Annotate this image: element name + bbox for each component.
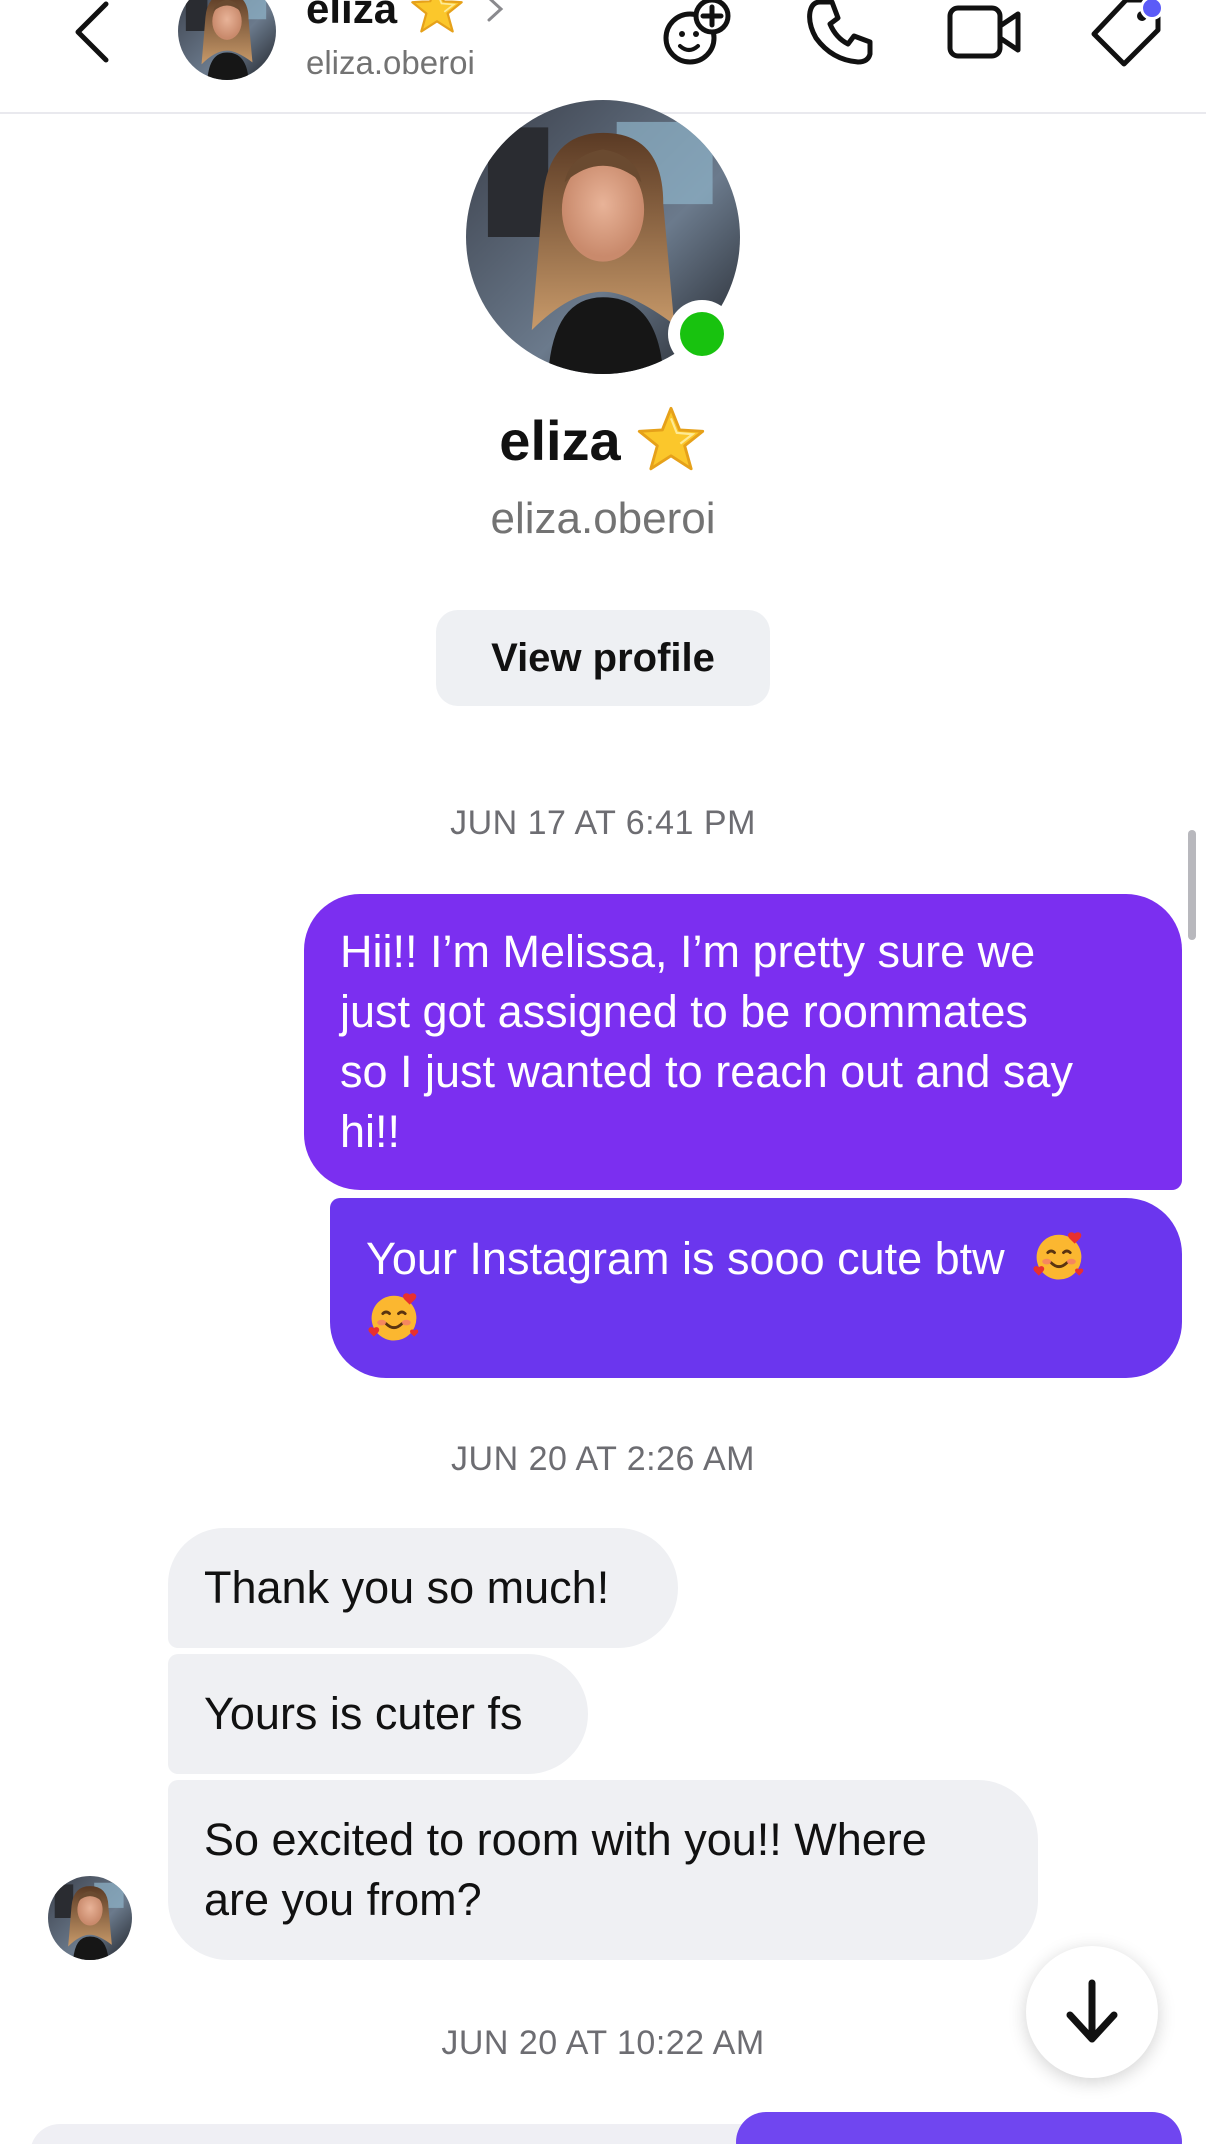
message-text: so I just wanted to reach out and say [340,1046,1073,1097]
chat-header: eliza eliza.oberoi [0,0,1206,114]
profile-username: eliza.oberoi [490,494,716,543]
scrollbar[interactable] [1188,830,1196,940]
video-call-icon[interactable] [946,0,1022,70]
smiling-face-with-hearts-icon [1031,1228,1087,1284]
view-profile-button[interactable]: View profile [436,610,770,706]
outgoing-message-bubble[interactable]: Hii!! I’m Melissa, I’m pretty sure we ju… [304,894,1182,1190]
outgoing-message-bubble[interactable]: Your Instagram is sooo cute btw [330,1198,1182,1378]
message-timestamp: JUN 17 AT 6:41 PM [450,804,756,842]
profile-name-row: eliza [0,404,1206,476]
effects-icon[interactable] [660,0,736,70]
header-avatar[interactable] [178,0,276,80]
header-name-row[interactable]: eliza [306,0,505,34]
message-text: So excited to room with you!! Where [204,1814,927,1865]
message-timestamp: JUN 20 AT 10:22 AM [441,2024,765,2062]
incoming-message-bubble[interactable]: Thank you so much! [168,1528,678,1648]
phone-call-icon[interactable] [802,0,878,70]
message-text: hi!! [340,1106,401,1157]
arrow-down-icon [1066,1979,1118,2043]
star-icon [409,0,465,37]
scroll-to-bottom-button[interactable] [1026,1946,1158,2078]
sender-avatar[interactable] [48,1876,132,1960]
smiling-face-with-hearts-icon [366,1289,422,1345]
message-text: are you from? [204,1874,482,1925]
chevron-right-icon [487,0,504,22]
incoming-message-bubble[interactable]: Yours is cuter fs [168,1654,588,1774]
message-text: Thank you so much! [204,1562,610,1613]
message-timestamp: JUN 20 AT 2:26 AM [451,1440,755,1478]
message-text: just got assigned to be roommates [340,986,1028,1037]
header-username: eliza.oberoi [306,44,475,81]
back-arrow-icon[interactable] [68,0,118,70]
message-text: Yours is cuter fs [204,1688,523,1739]
message-text: Your Instagram is sooo cute btw [366,1233,1005,1284]
online-status-indicator [668,300,736,368]
outgoing-message-bubble[interactable] [736,2112,1182,2144]
header-name: eliza [306,0,398,32]
message-text: Hii!! I’m Melissa, I’m pretty sure we [340,926,1036,977]
profile-name: eliza [499,408,621,472]
incoming-message-bubble[interactable]: So excited to room with you!! Where are … [168,1780,1038,1960]
star-icon [635,404,707,476]
